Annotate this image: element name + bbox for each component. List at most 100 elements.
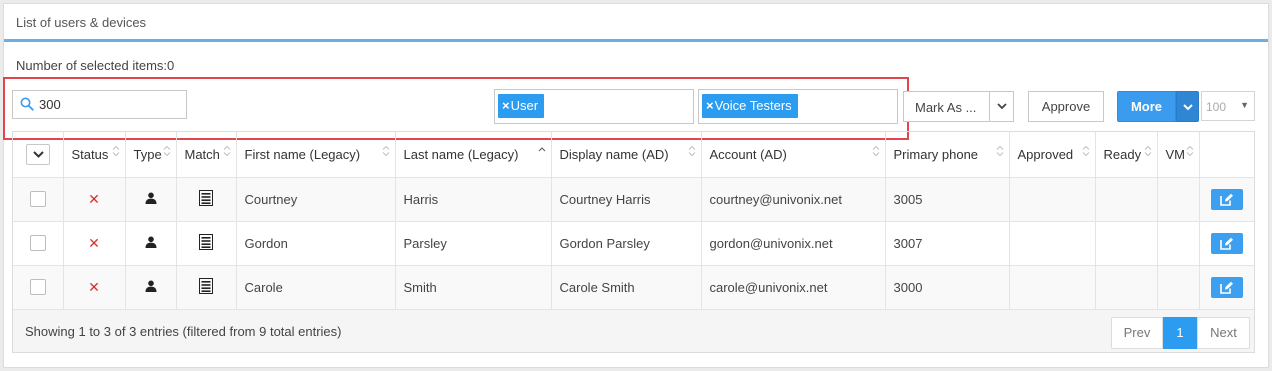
cell-first-name: Courtney bbox=[236, 177, 396, 222]
column-header-match[interactable]: Match bbox=[176, 132, 237, 178]
column-header-first-name[interactable]: First name (Legacy) bbox=[236, 132, 396, 178]
user-icon bbox=[145, 280, 156, 292]
column-header-last-name[interactable]: Last name (Legacy) bbox=[395, 132, 552, 178]
sort-icon bbox=[996, 145, 1003, 157]
status-error-icon: ✕ bbox=[88, 234, 100, 251]
sort-icon bbox=[1082, 145, 1089, 157]
status-error-icon: ✕ bbox=[88, 278, 100, 295]
cell-ready bbox=[1095, 221, 1158, 266]
filter-tag-label: User bbox=[510, 98, 539, 113]
user-icon bbox=[145, 236, 156, 248]
edit-button[interactable] bbox=[1210, 232, 1243, 254]
list-icon[interactable] bbox=[199, 277, 213, 294]
edit-icon bbox=[1219, 281, 1233, 294]
edit-button[interactable] bbox=[1210, 276, 1243, 298]
caret-down-icon: ▼ bbox=[1240, 100, 1249, 110]
users-table: Status Type Match First name (Legacy) La… bbox=[12, 131, 1255, 353]
row-checkbox[interactable] bbox=[29, 279, 46, 296]
page-size-value: 100 bbox=[1206, 100, 1227, 114]
cell-display-name: Courtney Harris bbox=[551, 177, 702, 222]
chevron-down-icon bbox=[1183, 104, 1193, 111]
page-size-select[interactable]: 100 ▼ bbox=[1201, 91, 1255, 121]
cell-ready bbox=[1095, 265, 1158, 310]
column-header-type[interactable]: Type bbox=[125, 132, 177, 178]
column-header-account[interactable]: Account (AD) bbox=[701, 132, 886, 178]
search-icon bbox=[20, 97, 34, 111]
cell-primary-phone: 3005 bbox=[885, 177, 1010, 222]
panel-header: List of users & devices bbox=[4, 4, 1268, 42]
chevron-down-icon bbox=[997, 103, 1007, 110]
sort-icon bbox=[163, 145, 170, 157]
search-input[interactable] bbox=[39, 95, 179, 114]
table-footer: Showing 1 to 3 of 3 entries (filtered fr… bbox=[13, 310, 1254, 352]
table-row[interactable]: ✕ Carole Smith Carole Smith carole@univo… bbox=[13, 265, 1254, 310]
select-all-dropdown[interactable] bbox=[25, 143, 50, 165]
cell-vm bbox=[1157, 177, 1200, 222]
prev-page-button[interactable]: Prev bbox=[1111, 317, 1163, 349]
remove-tag-user-icon[interactable]: × bbox=[502, 98, 510, 113]
sort-icon bbox=[688, 145, 695, 157]
edit-icon bbox=[1219, 237, 1233, 250]
sort-icon bbox=[112, 145, 119, 157]
filter-tag-user: ×User bbox=[498, 94, 545, 118]
more-dropdown-toggle[interactable] bbox=[1176, 91, 1199, 122]
cell-approved bbox=[1009, 177, 1096, 222]
approve-button[interactable]: Approve bbox=[1028, 91, 1104, 122]
panel-title: List of users & devices bbox=[16, 15, 147, 30]
column-header-vm[interactable]: VM bbox=[1157, 132, 1200, 178]
sort-icon bbox=[1144, 145, 1151, 157]
cell-first-name: Carole bbox=[236, 265, 396, 310]
filter-tag-voice-testers: ×Voice Testers bbox=[702, 94, 798, 118]
pagination: Prev 1 Next bbox=[1111, 317, 1250, 349]
cell-display-name: Gordon Parsley bbox=[551, 221, 702, 266]
table-row[interactable]: ✕ Gordon Parsley Gordon Parsley gordon@u… bbox=[13, 221, 1254, 266]
column-header-ready[interactable]: Ready bbox=[1095, 132, 1158, 178]
cell-first-name: Gordon bbox=[236, 221, 396, 266]
cell-vm bbox=[1157, 221, 1200, 266]
mark-as-toggle[interactable] bbox=[989, 92, 1013, 121]
table-row[interactable]: ✕ Courtney Harris Courtney Harris courtn… bbox=[13, 177, 1254, 222]
page-1-button[interactable]: 1 bbox=[1163, 317, 1197, 349]
cell-account: carole@univonix.net bbox=[701, 265, 886, 310]
edit-icon bbox=[1219, 193, 1233, 206]
search-field[interactable] bbox=[12, 90, 187, 119]
list-icon[interactable] bbox=[199, 189, 213, 206]
user-icon bbox=[145, 192, 156, 204]
more-button[interactable]: More bbox=[1117, 91, 1176, 122]
status-error-icon: ✕ bbox=[88, 190, 100, 207]
column-header-approved[interactable]: Approved bbox=[1009, 132, 1096, 178]
cell-last-name: Parsley bbox=[395, 221, 552, 266]
column-header-actions bbox=[1199, 132, 1254, 178]
next-page-button[interactable]: Next bbox=[1197, 317, 1250, 349]
cell-primary-phone: 3000 bbox=[885, 265, 1010, 310]
remove-tag-voice-testers-icon[interactable]: × bbox=[706, 98, 714, 113]
cell-last-name: Harris bbox=[395, 177, 552, 222]
cell-last-name: Smith bbox=[395, 265, 552, 310]
mark-as-dropdown[interactable]: Mark As ... bbox=[903, 91, 1014, 122]
selected-items-count: Number of selected items:0 bbox=[16, 58, 175, 73]
row-checkbox[interactable] bbox=[29, 191, 46, 208]
sort-icon bbox=[223, 145, 230, 157]
cell-approved bbox=[1009, 265, 1096, 310]
sort-icon bbox=[872, 145, 879, 157]
cell-primary-phone: 3007 bbox=[885, 221, 1010, 266]
select-all-header bbox=[13, 132, 64, 178]
column-header-status[interactable]: Status bbox=[63, 132, 126, 178]
cell-display-name: Carole Smith bbox=[551, 265, 702, 310]
user-type-filter[interactable]: ×User bbox=[494, 89, 694, 124]
cell-ready bbox=[1095, 177, 1158, 222]
chevron-down-icon bbox=[33, 151, 44, 158]
cell-account: gordon@univonix.net bbox=[701, 221, 886, 266]
column-header-primary-phone[interactable]: Primary phone bbox=[885, 132, 1010, 178]
edit-button[interactable] bbox=[1210, 188, 1243, 210]
table-header-row: Status Type Match First name (Legacy) La… bbox=[13, 132, 1254, 178]
list-icon[interactable] bbox=[199, 233, 213, 250]
cell-approved bbox=[1009, 221, 1096, 266]
row-checkbox[interactable] bbox=[29, 235, 46, 252]
cell-account: courtney@univonix.net bbox=[701, 177, 886, 222]
mark-as-label: Mark As ... bbox=[915, 100, 977, 115]
sort-ascending-icon bbox=[538, 147, 545, 152]
column-header-display-name[interactable]: Display name (AD) bbox=[551, 132, 702, 178]
group-filter[interactable]: ×Voice Testers bbox=[698, 89, 898, 124]
sort-icon bbox=[382, 145, 389, 157]
